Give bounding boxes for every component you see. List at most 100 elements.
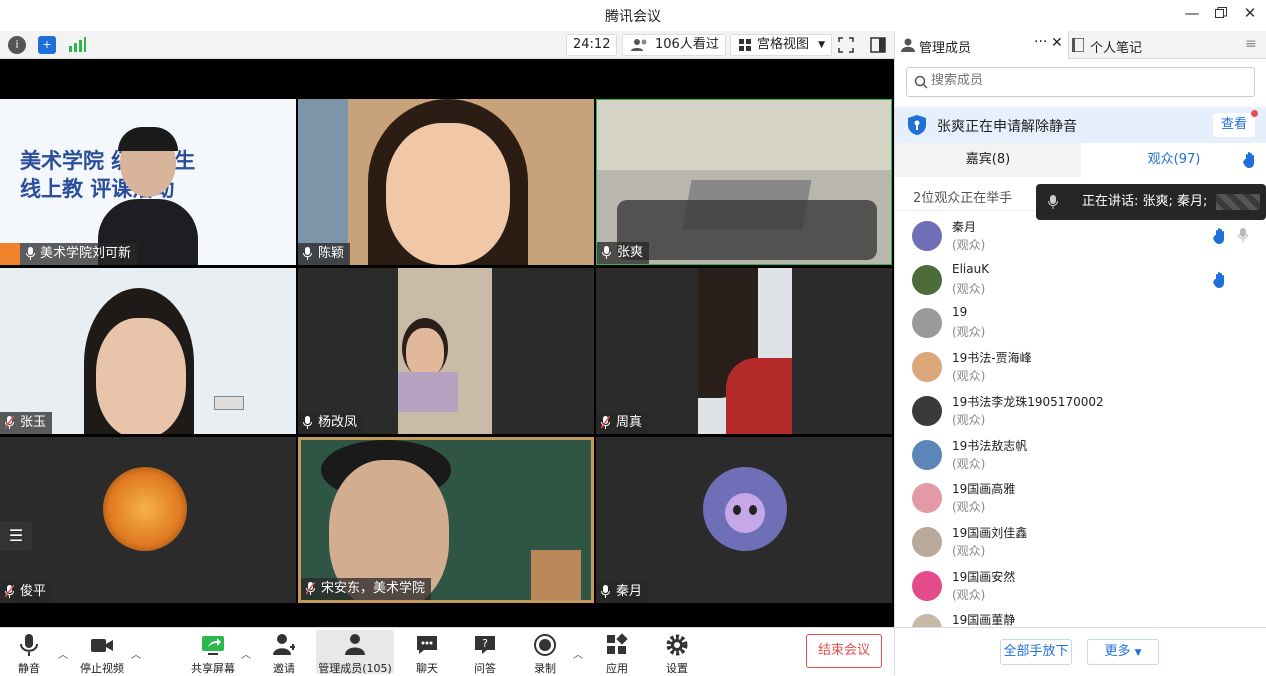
video-tile-9[interactable]: 秦月	[596, 437, 892, 603]
participant-name: 张玉	[20, 415, 47, 430]
member-name: 19	[952, 305, 968, 320]
svg-text:?: ?	[482, 637, 488, 650]
members-panel: 管理成员 ··· ✕ 个人笔记 ≡ 张爽正在申请解除静音 查看 嘉宾(8) 观众…	[894, 31, 1266, 675]
member-role: (观众)	[952, 238, 986, 252]
video-tile-5[interactable]: 杨改凤	[298, 268, 594, 434]
member-row[interactable]: 19国画刘佳鑫 (观众)	[895, 521, 1266, 565]
mic-muted-icon	[601, 416, 610, 429]
member-row[interactable]: EliauK (观众)	[895, 259, 1266, 303]
more-dots-icon[interactable]: ···	[1034, 34, 1047, 50]
list-icon[interactable]: ☰	[0, 521, 32, 551]
avatar	[912, 395, 942, 426]
participant-name: 杨改凤	[318, 415, 358, 430]
notebook-icon	[1072, 38, 1084, 52]
member-role: (观众)	[952, 587, 986, 602]
video-tile-7[interactable]: ☰ 俊平	[0, 437, 296, 603]
member-search[interactable]	[906, 67, 1255, 97]
mic-muted-icon	[5, 585, 14, 598]
member-role: (观众)	[952, 412, 986, 427]
raised-hand-icon[interactable]	[1213, 228, 1227, 248]
window-title: 腾讯会议	[605, 9, 661, 25]
restore-icon[interactable]	[1209, 5, 1233, 23]
member-row[interactable]: 19 (观众)	[895, 302, 1266, 346]
participant-name: 俊平	[20, 584, 47, 599]
member-row[interactable]: 秦月 (观众)	[895, 215, 1266, 259]
video-tile-2[interactable]: 陈颖	[298, 99, 594, 265]
member-name: 19国画高雅	[952, 482, 1016, 497]
view-request-button[interactable]: 查看	[1213, 113, 1255, 137]
tab-members[interactable]: 管理成员 ··· ✕	[895, 31, 1069, 59]
person-icon	[901, 38, 915, 52]
viewers-label: 106人看过	[655, 37, 719, 52]
mic-icon[interactable]	[1238, 228, 1248, 247]
chat-icon	[417, 636, 437, 654]
view-mode-select[interactable]: 宫格视图 ▼	[730, 34, 833, 56]
participant-name-tag: 杨改凤	[298, 412, 364, 434]
record-button[interactable]: 录制	[510, 630, 580, 675]
control-bar: 静音 ︿ 停止视频 ︿ 共享屏幕 ︿ 邀请 管理成员(105) 聊天 ? 问答 …	[0, 627, 894, 675]
settings-button[interactable]: 设置	[642, 630, 712, 675]
member-role: (观众)	[952, 325, 986, 340]
close-tab-icon[interactable]: ✕	[1051, 35, 1063, 51]
member-role: (观众)	[952, 500, 986, 515]
member-role: (观众)	[952, 281, 986, 296]
tab-guests[interactable]: 嘉宾(8)	[895, 143, 1081, 177]
member-name: 19书法李龙珠1905170002	[952, 394, 1104, 409]
more-button[interactable]: 更多 ▼	[1087, 639, 1159, 665]
mic-icon	[1048, 195, 1058, 209]
avatar	[912, 264, 942, 295]
participant-name: 宋安东，美术学院	[321, 581, 426, 596]
raised-hand-icon	[1243, 152, 1254, 168]
member-row[interactable]: 19国画安然 (观众)	[895, 565, 1266, 609]
manage-members-button[interactable]: 管理成员(105)	[316, 630, 394, 675]
video-tile-6[interactable]: 周真	[596, 268, 892, 434]
end-meeting-button[interactable]: 结束会议	[806, 634, 882, 668]
search-input[interactable]	[931, 73, 1231, 88]
sidebar-toggle-icon[interactable]	[870, 37, 886, 57]
share-screen-button[interactable]: 共享屏幕	[178, 630, 248, 675]
info-icon[interactable]: i	[8, 36, 26, 54]
invite-button[interactable]: 邀请	[249, 630, 319, 675]
title-bar: 腾讯会议 — ✕	[0, 0, 1266, 31]
raised-hand-icon[interactable]	[1213, 271, 1227, 292]
chevron-up-icon[interactable]: ︿	[131, 646, 141, 661]
video-tile-4[interactable]: 张玉	[0, 268, 296, 434]
member-row[interactable]: 19书法敖志帆 (观众)	[895, 434, 1266, 478]
view-mode-label: 宫格视图	[757, 37, 810, 52]
share-screen-icon	[202, 636, 224, 655]
camera-icon	[91, 639, 113, 652]
member-row[interactable]: 19国画高雅 (观众)	[895, 477, 1266, 521]
participant-name-tag: 陈颖	[298, 243, 351, 265]
mic-icon	[602, 246, 611, 259]
member-row[interactable]: 19书法-贾海峰 (观众)	[895, 346, 1266, 390]
participant-name: 陈颖	[318, 246, 345, 261]
panel-tabs: 管理成员 ··· ✕ 个人笔记 ≡	[895, 31, 1266, 59]
members-icon	[345, 634, 365, 655]
audio-wave-icon	[1216, 194, 1260, 210]
security-shield-icon[interactable]: +	[38, 36, 56, 54]
participant-name: 张爽	[617, 245, 644, 260]
mic-icon	[601, 585, 610, 598]
mic-icon	[303, 416, 312, 429]
signal-icon[interactable]	[68, 37, 86, 57]
mute-button[interactable]: 静音	[0, 630, 64, 675]
avatar	[912, 352, 942, 383]
close-window-icon[interactable]: ✕	[1238, 4, 1262, 22]
tab-notes[interactable]: 个人笔记	[1070, 31, 1230, 59]
chevron-down-icon: ▼	[1134, 648, 1142, 658]
mic-icon	[20, 634, 38, 656]
fullscreen-icon[interactable]	[838, 37, 854, 57]
video-tile-1[interactable]: 美术学院 级师范生 线上教 评课活动 美术学院刘可新	[0, 99, 296, 265]
viewers-count[interactable]: 106人看过	[622, 34, 726, 56]
menu-icon[interactable]: ≡	[1245, 36, 1257, 52]
all-hands-down-button[interactable]: 全部手放下	[1000, 639, 1072, 665]
tab-audience[interactable]: 观众(97)	[1081, 143, 1266, 177]
video-tile-3[interactable]: 张爽	[596, 99, 892, 265]
stop-video-button[interactable]: 停止视频	[67, 630, 137, 675]
member-row[interactable]: 19书法李龙珠1905170002 (观众)	[895, 390, 1266, 434]
minimize-icon[interactable]: —	[1180, 4, 1204, 22]
video-tile-8[interactable]: 宋安东，美术学院	[298, 437, 594, 603]
participant-name-tag: 美术学院刘可新	[0, 243, 138, 265]
apps-icon	[607, 633, 628, 654]
avatar	[912, 570, 942, 601]
